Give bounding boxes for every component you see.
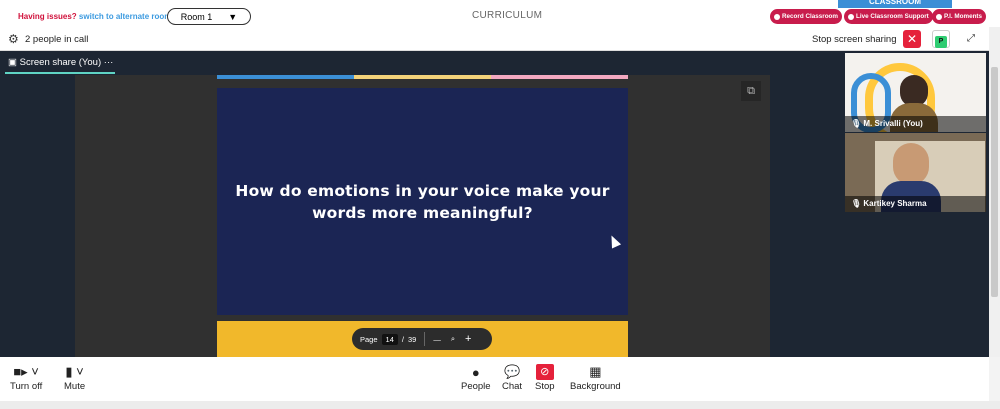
scrollbar-thumb[interactable] (991, 67, 998, 297)
expand-icon[interactable]: ⤢ (962, 30, 980, 48)
stop-share-icon: ⊘ (535, 363, 555, 381)
divider (424, 332, 426, 346)
mic-icon: 🎙 (851, 199, 862, 208)
participant-tile[interactable]: 🎙 M. Srivalli (You) (845, 53, 986, 132)
record-icon (774, 13, 780, 20)
zoom-in-button[interactable]: + (465, 333, 471, 345)
issue-notice: Having issues? switch to alternate room (18, 12, 172, 21)
participant-name: 🎙 Kartikey Sharma (851, 199, 927, 208)
active-tab-indicator (5, 72, 115, 74)
stop-sharing-button[interactable]: ✕ (903, 30, 921, 48)
slide-stripe (354, 75, 491, 79)
moments-icon (936, 13, 942, 20)
background-icon: ▦ (589, 364, 602, 379)
page-number-input[interactable]: 14 (381, 333, 398, 345)
participant-tile[interactable]: 🎙 Kartikey Sharma (845, 133, 986, 212)
slide: How do emotions in your voice make your w… (217, 88, 628, 315)
stop-button[interactable]: ⊘ Stop (535, 363, 555, 392)
screen-share-stage: ▣ Screen share (You) ··· How do emotions… (0, 51, 845, 357)
alternate-room-link[interactable]: switch to alternate room (79, 12, 171, 21)
zoom-icon[interactable]: ⌕ (451, 334, 455, 344)
camera-button[interactable]: ■▸ ˅ Turn off (10, 363, 42, 392)
mic-icon: ▮ ˅ (65, 364, 84, 379)
participant-name: 🎙 M. Srivalli (You) (851, 119, 923, 128)
room-name: Room 1 (180, 11, 213, 22)
scrollbar[interactable] (989, 27, 1000, 357)
classroom-logo: CLASSROOM (838, 0, 952, 8)
top-bar: Having issues? switch to alternate room … (0, 0, 1000, 27)
mic-button[interactable]: ▮ ˅ Mute (64, 363, 85, 392)
person-icon: ● (471, 364, 480, 380)
presentation-viewer: How do emotions in your voice make your w… (75, 75, 770, 357)
zoom-out-button[interactable]: — (433, 335, 441, 344)
page-controls: Page 14 / 39 — ⌕ + (352, 328, 492, 350)
chevron-down-icon: ▼ (228, 11, 238, 22)
page-separator: / (401, 334, 404, 344)
screen-icon: ▣ (8, 57, 17, 68)
gear-icon[interactable]: ⚙ (8, 32, 19, 46)
participant-panel: 🎙 M. Srivalli (You) 🎙 Kartikey Sharma (845, 51, 989, 357)
avatar[interactable]: P (932, 30, 950, 48)
control-bar: ■▸ ˅ Turn off ▮ ˅ Mute ● People 💬 Chat ⊘ Stop… (0, 357, 989, 401)
page-total: 39 (407, 334, 417, 344)
stop-sharing-label: Stop screen sharing (812, 34, 897, 45)
room-selector[interactable]: Room 1 ▼ (167, 8, 251, 25)
stage-tab-bar: ▣ Screen share (You) ··· (0, 51, 845, 75)
support-icon (848, 13, 854, 20)
chat-icon: 💬 (503, 364, 521, 379)
avatar (893, 143, 929, 185)
slide-text: How do emotions in your voice make your w… (235, 182, 610, 222)
people-count: 2 people in call (25, 34, 89, 45)
background-button[interactable]: ▦ Background (570, 363, 621, 392)
camera-icon: ■▸ ˅ (13, 364, 39, 379)
live-support-button[interactable]: Live Classroom Support (844, 9, 933, 24)
horizontal-scrollbar[interactable] (0, 401, 1000, 409)
slide-stripe (491, 75, 628, 79)
moments-button[interactable]: P.I. Moments (932, 9, 987, 24)
tab-screen-share[interactable]: ▣ Screen share (You) ··· (8, 57, 113, 68)
people-button[interactable]: ● People (461, 363, 491, 393)
more-icon[interactable]: ··· (104, 57, 114, 68)
chat-button[interactable]: 💬 Chat (502, 363, 522, 392)
page-title: CURRICULUM (472, 10, 543, 21)
slide-stripe (217, 75, 354, 79)
mic-icon: 🎙 (851, 119, 862, 128)
popout-icon[interactable]: ⧉ (741, 81, 761, 101)
page-label: Page (360, 334, 378, 344)
record-classroom-button[interactable]: Record Classroom (770, 9, 842, 24)
call-bar: ⚙ 2 people in call Stop screen sharing ✕… (0, 27, 989, 51)
